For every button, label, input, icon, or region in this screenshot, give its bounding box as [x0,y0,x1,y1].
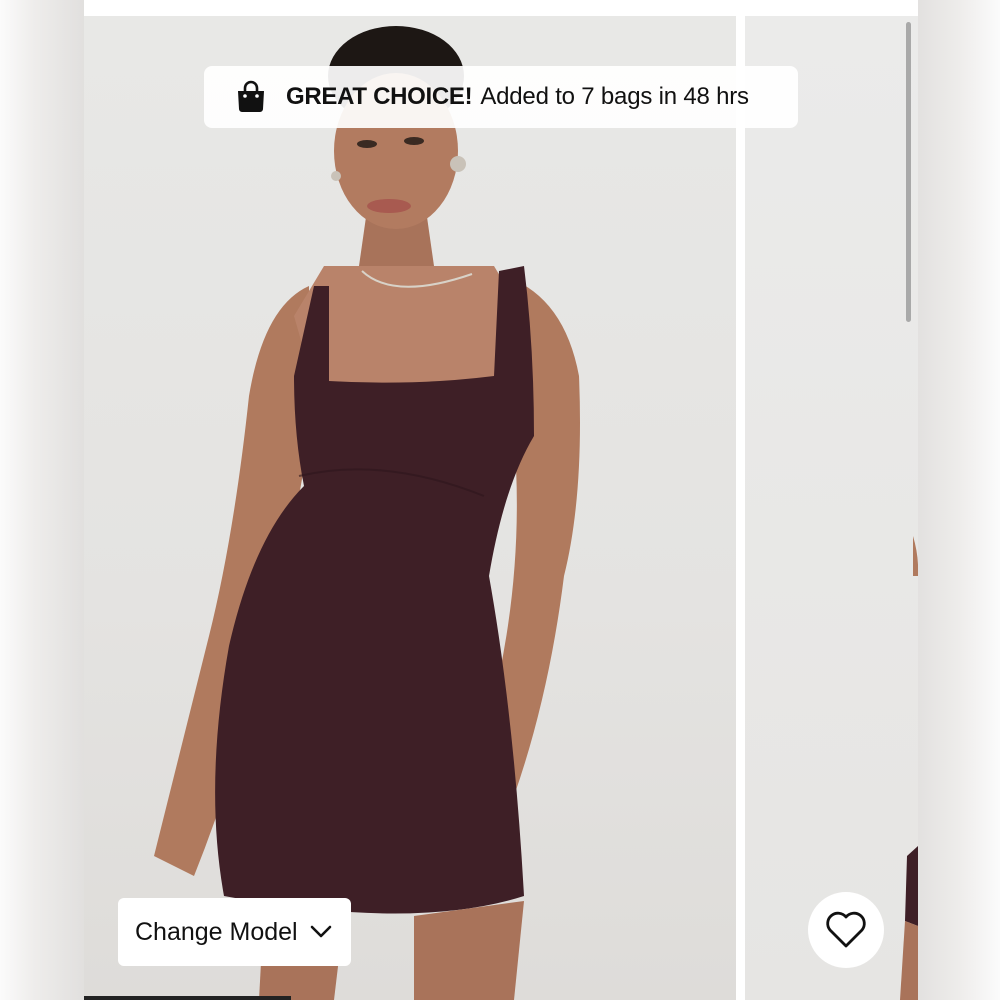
shopping-bag-icon [238,80,264,112]
wishlist-button[interactable] [808,892,884,968]
toast-message: Added to 7 bags in 48 hrs [480,83,749,110]
heart-icon [826,911,866,948]
right-backdrop [918,0,1000,1000]
product-image-next[interactable] [745,16,918,1000]
model-photo [154,26,580,1000]
toast-headline: GREAT CHOICE! [286,83,473,110]
gallery-divider [736,16,745,1000]
social-proof-toast: GREAT CHOICE! Added to 7 bags in 48 hrs [204,66,798,128]
next-photo-peek [900,536,918,1000]
product-gallery: GREAT CHOICE! Added to 7 bags in 48 hrs … [84,16,918,1000]
product-image-main[interactable] [84,16,736,1000]
gallery-progress-indicator [84,996,291,1000]
change-model-button[interactable]: Change Model [118,898,351,966]
chevron-down-icon [310,925,331,938]
left-backdrop [0,0,84,1000]
change-model-label: Change Model [135,917,298,946]
scrollbar[interactable] [906,22,911,322]
